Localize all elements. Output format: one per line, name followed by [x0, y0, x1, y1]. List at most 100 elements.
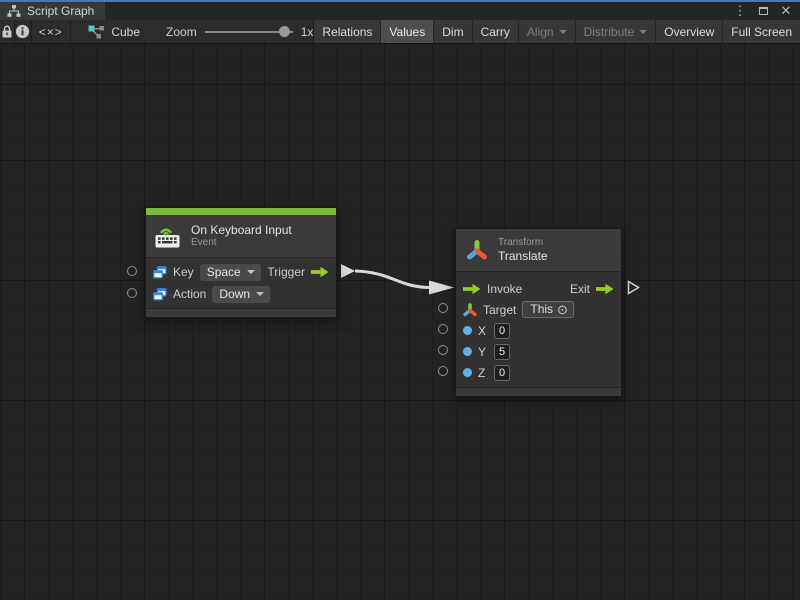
graph-canvas[interactable]: On Keyboard Input Event Key Space [0, 44, 800, 600]
window-controls: ⋮ ✕ [732, 2, 800, 20]
port-label-invoke: Invoke [487, 282, 522, 296]
graph-hierarchy-icon [7, 5, 21, 17]
zoom-label: Zoom [166, 25, 197, 39]
toggle-values[interactable]: Values [380, 20, 433, 43]
node-title: On Keyboard Input [191, 223, 292, 237]
wire-end-arrow [429, 281, 454, 295]
node-subtitle: Event [191, 237, 292, 249]
maximize-box [759, 7, 768, 15]
toggle-label: Relations [322, 25, 372, 39]
y-value-field[interactable]: 5 [494, 344, 510, 360]
toggle-relations[interactable]: Relations [313, 20, 380, 43]
action-dropdown[interactable]: Down [212, 286, 270, 303]
tab-title: Script Graph [27, 4, 94, 18]
tab-script-graph[interactable]: Script Graph [0, 2, 105, 20]
info-icon [15, 24, 30, 39]
port-label-action: Action [173, 287, 206, 301]
chevron-down-icon [559, 30, 567, 34]
node-transform-translate[interactable]: Transform Translate Invoke Exit [455, 228, 622, 397]
toggle-carry[interactable]: Carry [472, 20, 518, 43]
node-titles: Transform Translate [498, 237, 548, 263]
dropdown-align[interactable]: Align [518, 20, 575, 43]
tab-bar: Script Graph ⋮ ✕ [0, 0, 800, 20]
literal-value-icon [153, 288, 167, 301]
port-label-x: X [478, 324, 488, 338]
lock-icon [1, 25, 13, 38]
toggle-label: Dim [442, 25, 463, 39]
object-picker-icon: ⊙ [557, 303, 568, 316]
port-label-trigger: Trigger [267, 265, 305, 279]
code-view-button[interactable]: <×> [32, 20, 70, 43]
port-action-input[interactable] [127, 288, 137, 298]
z-value-field[interactable]: 0 [494, 365, 510, 381]
value-port-dot [463, 326, 472, 335]
port-y-input[interactable] [438, 345, 448, 355]
node-title: Translate [498, 249, 548, 263]
node-body: Invoke Exit Target [456, 272, 621, 387]
info-button[interactable] [15, 20, 31, 43]
literal-value-icon [153, 266, 167, 279]
toggle-label: Overview [664, 25, 714, 39]
zoom-slider[interactable] [205, 20, 293, 43]
target-this-value: This [530, 302, 553, 316]
toggle-dim[interactable]: Dim [433, 20, 471, 43]
node-footer [456, 387, 621, 396]
chevron-down-icon [256, 292, 264, 296]
port-row-z: Z 0 [456, 362, 621, 383]
port-row-action: Action Down [146, 283, 336, 305]
port-z-input[interactable] [438, 366, 448, 376]
port-target-input[interactable] [438, 303, 448, 313]
x-value-field[interactable]: 0 [494, 323, 510, 339]
node-on-keyboard-input[interactable]: On Keyboard Input Event Key Space [145, 207, 337, 318]
flow-input-port-icon[interactable] [463, 283, 481, 295]
zoom-control: Zoom 1x [166, 20, 313, 43]
toggle-label: Carry [481, 25, 510, 39]
toggle-full-screen[interactable]: Full Screen [722, 20, 800, 43]
zoom-slider-handle[interactable] [279, 26, 290, 37]
key-dropdown-value: Space [207, 265, 241, 279]
node-header[interactable]: Transform Translate [456, 229, 621, 272]
toolbar-toggle-group: Relations Values Dim Carry Align Distrib… [313, 20, 800, 43]
port-label-z: Z [478, 366, 488, 380]
exit-flow-stub-icon[interactable] [627, 280, 640, 295]
target-this-button[interactable]: This ⊙ [522, 301, 574, 318]
lock-button[interactable] [0, 20, 14, 43]
event-accent-bar [146, 208, 336, 215]
wire-path [355, 271, 431, 288]
node-header[interactable]: On Keyboard Input Event [146, 215, 336, 258]
port-label-exit: Exit [570, 282, 590, 296]
toggle-label: Align [527, 25, 554, 39]
toggle-overview[interactable]: Overview [655, 20, 722, 43]
script-graph-window: Script Graph ⋮ ✕ <×> [0, 0, 800, 600]
graph-target-selector[interactable]: Cube [88, 20, 140, 43]
flow-output-port-icon[interactable] [596, 283, 614, 295]
flow-output-port-icon[interactable] [311, 266, 329, 278]
close-icon[interactable]: ✕ [778, 3, 794, 19]
keyboard-event-icon [155, 224, 182, 248]
toggle-label: Values [389, 25, 425, 39]
port-row-key: Key Space Trigger [146, 261, 336, 283]
value-port-dot [463, 347, 472, 356]
dropdown-distribute[interactable]: Distribute [575, 20, 656, 43]
chevron-down-icon [247, 270, 255, 274]
port-row-invoke: Invoke Exit [456, 278, 621, 299]
port-label-y: Y [478, 345, 488, 359]
graph-toolbar: <×> Cube Zoom 1x Relations Values Dim Ca… [0, 20, 800, 44]
key-dropdown[interactable]: Space [200, 264, 261, 281]
port-key-input[interactable] [127, 266, 137, 276]
wire-start-arrow [341, 264, 355, 278]
port-row-y: Y 5 [456, 341, 621, 362]
node-titles: On Keyboard Input Event [191, 223, 292, 249]
toggle-label: Distribute [584, 25, 635, 39]
toolbar-separator [70, 20, 71, 43]
connection-wire-trigger-to-invoke[interactable] [0, 44, 800, 600]
node-category: Transform [498, 237, 548, 249]
chevron-down-icon [639, 30, 647, 34]
maximize-icon[interactable] [755, 3, 771, 19]
port-x-input[interactable] [438, 324, 448, 334]
graph-node-icon [88, 25, 105, 39]
window-menu-icon[interactable]: ⋮ [732, 3, 748, 19]
node-body: Key Space Trigger [146, 258, 336, 308]
transform-icon [465, 238, 489, 262]
transform-small-icon [463, 303, 477, 317]
